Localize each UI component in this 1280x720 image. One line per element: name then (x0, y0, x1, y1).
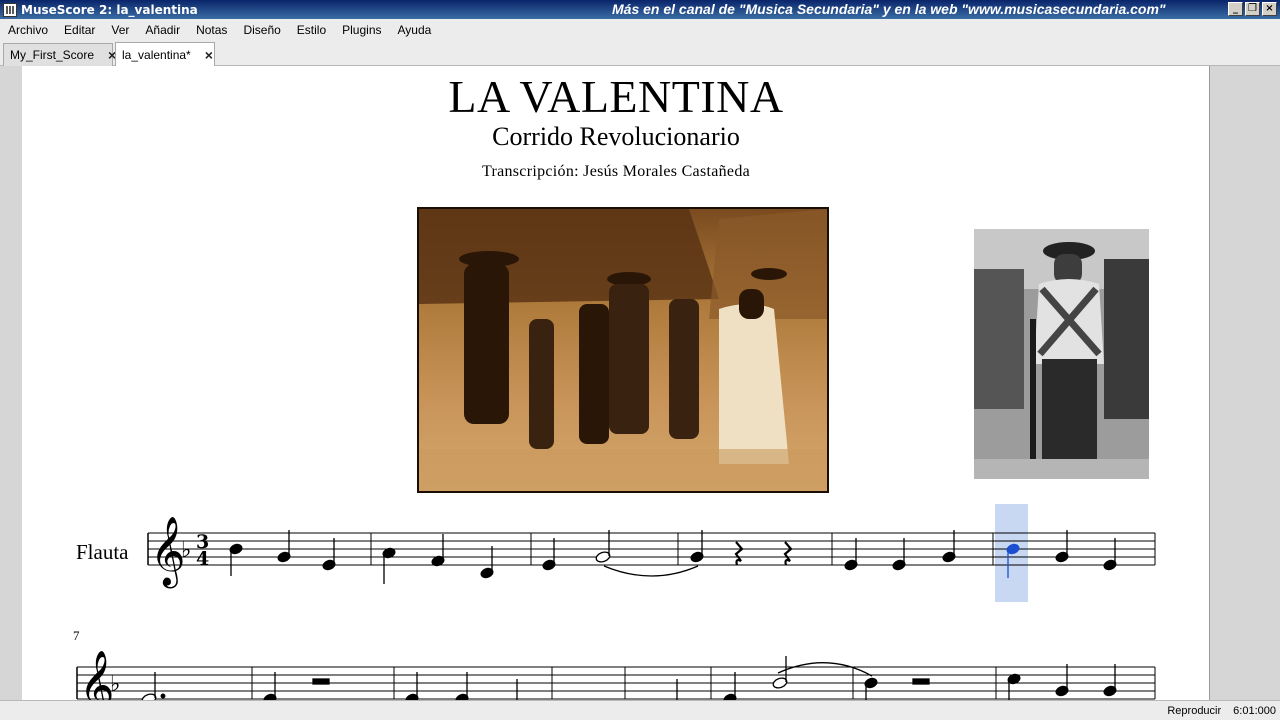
close-tab-icon[interactable]: × (205, 47, 213, 63)
tab-label: la_valentina* (122, 48, 191, 62)
flat-key-signature-icon[interactable]: ♭ (181, 538, 191, 563)
menu-diseno[interactable]: Diseño (235, 23, 288, 37)
quarter-rest-icon (734, 541, 744, 566)
minimize-button[interactable]: _ (1228, 2, 1243, 16)
menu-bar: Archivo Editar Ver Añadir Notas Diseño E… (0, 19, 1280, 40)
menu-ver[interactable]: Ver (103, 23, 137, 37)
quarter-rest-icon (783, 541, 793, 566)
time-signature-denominator[interactable]: 4 (196, 548, 209, 570)
half-rest-icon (912, 678, 930, 685)
tab-label: My_First_Score (10, 48, 95, 62)
menu-plugins[interactable]: Plugins (334, 23, 389, 37)
menu-editar[interactable]: Editar (56, 23, 103, 37)
status-bar: Reproducir 6:01:000 (0, 700, 1280, 720)
restore-button[interactable]: ❐ (1245, 2, 1260, 16)
flat-key-signature-icon[interactable]: ♭ (110, 672, 120, 697)
status-mode: Reproducir (1167, 704, 1222, 717)
menu-archivo[interactable]: Archivo (0, 23, 56, 37)
status-position: 6:01:000 (1233, 704, 1276, 717)
notes-system-2[interactable] (141, 656, 1117, 700)
half-rest-icon (312, 678, 330, 685)
menu-notas[interactable]: Notas (188, 23, 235, 37)
score-tab-bar: My_First_Score × la_valentina* × (0, 40, 1280, 67)
score-canvas[interactable]: LA VALENTINA Corrido Revolucionario Tran… (0, 66, 1280, 700)
window-title: MuseScore 2: la_valentina (21, 2, 198, 17)
title-bar: MuseScore 2: la_valentina Más en el cana… (0, 0, 1280, 19)
tab-my-first-score[interactable]: My_First_Score × (3, 43, 116, 66)
window-controls: _ ❐ × (1228, 2, 1277, 16)
music-staves[interactable]: 𝄞 ♭ 3 4 𝄞 ♭ (22, 66, 1210, 700)
menu-ayuda[interactable]: Ayuda (390, 23, 440, 37)
menu-anadir[interactable]: Añadir (137, 23, 188, 37)
close-window-button[interactable]: × (1262, 2, 1277, 16)
score-page[interactable]: LA VALENTINA Corrido Revolucionario Tran… (22, 66, 1210, 700)
menu-estilo[interactable]: Estilo (289, 23, 334, 37)
tab-la-valentina[interactable]: la_valentina* × (115, 42, 215, 67)
musescore-app-icon[interactable] (3, 2, 17, 17)
staff-system-2[interactable] (76, 666, 1156, 700)
channel-banner: Más en el canal de "Musica Secundaria" y… (612, 1, 1166, 17)
